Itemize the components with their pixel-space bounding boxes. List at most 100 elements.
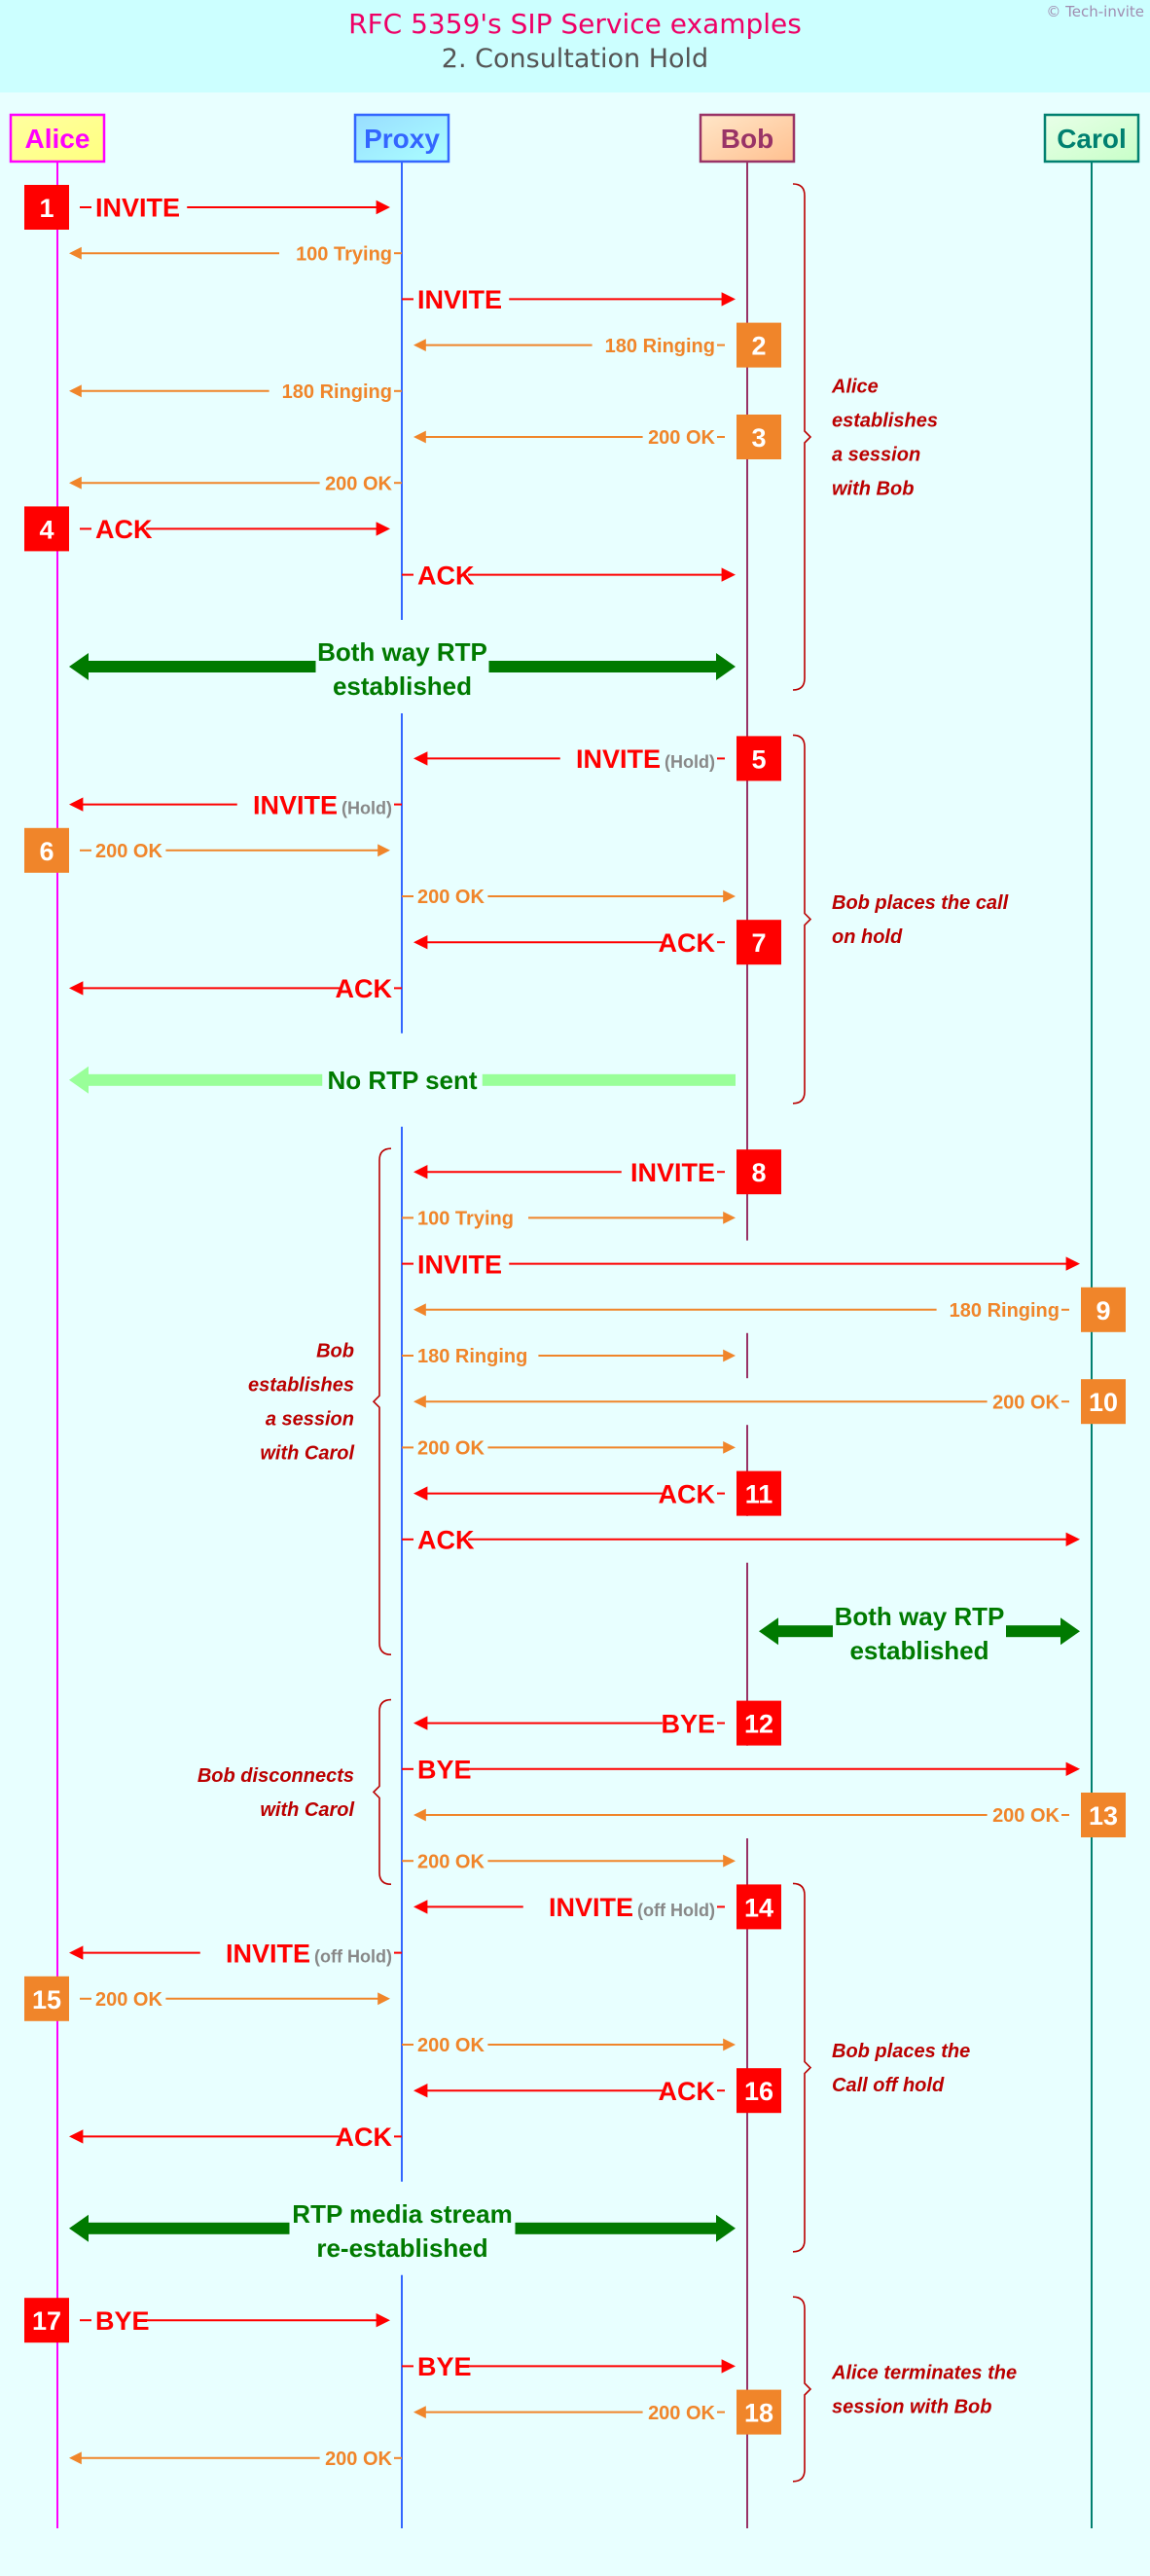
- message-2[interactable]: 100 Trying: [69, 243, 402, 265]
- message-8[interactable]: ACK 4: [24, 506, 390, 552]
- message-41[interactable]: 200 OK 18: [413, 2389, 781, 2435]
- step-number: 13: [1089, 1801, 1118, 1831]
- arrowhead-icon: [723, 2038, 736, 2051]
- message-7[interactable]: 200 OK: [69, 473, 402, 494]
- message-33[interactable]: INVITE (off Hold): [69, 1939, 402, 1968]
- rtp-stream[interactable]: RTP media stream re-established: [69, 2199, 736, 2263]
- rtp-label: established: [849, 1636, 988, 1665]
- phase-note-line: Alice terminates the: [831, 2363, 1017, 2384]
- message-11[interactable]: INVITE (Hold) 5: [413, 736, 781, 781]
- message-13[interactable]: 200 OK 6: [24, 827, 390, 873]
- phase-note-line: with Carol: [260, 1799, 354, 1821]
- arrowhead-icon: [377, 1992, 390, 2006]
- message-30[interactable]: 200 OK 13: [413, 1793, 1126, 1837]
- message-label: 100 Trying: [296, 243, 392, 265]
- message-6[interactable]: 200 OK 3: [413, 415, 781, 459]
- message-39[interactable]: BYE 17: [24, 2298, 390, 2343]
- rtp-bar-left: [85, 1073, 323, 1086]
- rtp-label: Both way RTP: [317, 637, 487, 667]
- message-31[interactable]: 200 OK: [402, 1851, 736, 1872]
- arrowhead-icon: [69, 981, 84, 996]
- message-29[interactable]: BYE: [402, 1756, 1080, 1785]
- message-37[interactable]: ACK: [69, 2122, 402, 2152]
- arrowhead-icon: [377, 844, 390, 857]
- message-1[interactable]: INVITE 1: [24, 185, 390, 230]
- message-label: 200 OK: [648, 427, 715, 449]
- actors: Alice Proxy Bob Carol: [9, 113, 1140, 163]
- sequence-diagram: Alice Proxy Bob Carol Alice establishes a ses…: [9, 113, 1140, 2528]
- step-number: 18: [744, 2399, 773, 2428]
- arrowhead-icon: [413, 1395, 426, 1408]
- message-19[interactable]: 100 Trying: [402, 1209, 736, 1230]
- rtp-stream[interactable]: Both way RTP established: [69, 637, 736, 701]
- rtp-stream[interactable]: Both way RTP established: [759, 1602, 1080, 1665]
- arrowhead-icon: [413, 935, 428, 950]
- message-21[interactable]: 180 Ringing 9: [413, 1287, 1126, 1332]
- arrowhead-icon: [723, 1854, 736, 1868]
- message-22[interactable]: 180 Ringing: [402, 1346, 736, 1367]
- brace-icon: [792, 2296, 812, 2483]
- message-label: INVITE (Hold): [253, 790, 392, 819]
- message-35[interactable]: 200 OK: [402, 2035, 736, 2056]
- phase-note-4: Bob disconnects with Carol: [198, 1698, 392, 1885]
- actor-carol[interactable]: Carol: [1043, 113, 1140, 163]
- message-3[interactable]: INVITE: [402, 285, 736, 314]
- rtp-label: RTP media stream: [292, 2199, 512, 2229]
- message-32[interactable]: INVITE (off Hold) 14: [413, 1884, 781, 1930]
- rtp-bar-left: [85, 661, 316, 672]
- rtp-bar-right: [488, 661, 720, 672]
- message-25[interactable]: ACK 11: [413, 1470, 781, 1516]
- arrowhead-icon: [69, 246, 82, 260]
- message-label: BYE: [417, 1756, 472, 1785]
- message-14[interactable]: 200 OK: [402, 887, 736, 908]
- phase-note-line: a session: [266, 1409, 354, 1431]
- message-36[interactable]: ACK 16: [413, 2068, 781, 2114]
- step-number: 10: [1089, 1388, 1118, 1417]
- message-15[interactable]: ACK 7: [413, 920, 781, 965]
- message-26[interactable]: ACK: [402, 1526, 1080, 1555]
- step-number: 12: [744, 1710, 773, 1739]
- message-label: BYE: [417, 2352, 472, 2381]
- rtp-bar-right: [1006, 1625, 1064, 1638]
- arrowhead-icon: [413, 751, 428, 766]
- message-label: ACK: [417, 1526, 475, 1555]
- message-28[interactable]: BYE 12: [413, 1700, 781, 1746]
- arrowhead-icon: [69, 476, 82, 490]
- step-number: 5: [751, 744, 766, 774]
- message-4[interactable]: 180 Ringing 2: [413, 322, 781, 368]
- message-12[interactable]: INVITE (Hold): [69, 790, 402, 819]
- step-number: 8: [751, 1158, 766, 1187]
- brace-icon: [792, 734, 812, 1105]
- message-label: 180 Ringing: [417, 1346, 527, 1367]
- message-5[interactable]: 180 Ringing: [69, 381, 402, 403]
- actor-bob[interactable]: Bob: [699, 113, 796, 163]
- arrowhead-icon: [1065, 1761, 1080, 1776]
- step-number: 14: [744, 1893, 773, 1922]
- step-number: 7: [751, 928, 766, 958]
- message-label: 200 OK: [648, 2403, 715, 2424]
- actor-alice[interactable]: Alice: [9, 113, 106, 163]
- message-20[interactable]: INVITE: [402, 1250, 1080, 1279]
- rtp-bar-right: [515, 2222, 720, 2234]
- arrowhead-icon: [69, 384, 82, 398]
- message-42[interactable]: 200 OK: [69, 2449, 402, 2470]
- phase-note-6: Alice terminates the session with Bob: [792, 2296, 1017, 2483]
- actor-name: Bob: [721, 124, 773, 154]
- message-9[interactable]: ACK: [402, 561, 736, 590]
- rtp-bar-right: [482, 1073, 720, 1086]
- rtp-arrow-right-icon: [1060, 1617, 1080, 1646]
- arrowhead-icon: [376, 2313, 390, 2328]
- message-16[interactable]: ACK: [69, 974, 402, 1003]
- message-18[interactable]: INVITE 8: [413, 1149, 781, 1195]
- message-34[interactable]: 200 OK 15: [24, 1976, 390, 2021]
- rtp-label: established: [333, 671, 472, 701]
- message-24[interactable]: 200 OK: [402, 1438, 736, 1460]
- message-23[interactable]: 200 OK 10: [413, 1379, 1126, 1425]
- arrowhead-icon: [413, 1900, 428, 1914]
- arrowhead-icon: [413, 1716, 428, 1730]
- phase-note-3: Bob establishes a session with Carol: [248, 1147, 392, 1655]
- message-40[interactable]: BYE: [402, 2352, 736, 2381]
- arrowhead-icon: [721, 292, 736, 307]
- actor-proxy[interactable]: Proxy: [353, 113, 450, 163]
- rtp-stream[interactable]: No RTP sent: [69, 1066, 736, 1095]
